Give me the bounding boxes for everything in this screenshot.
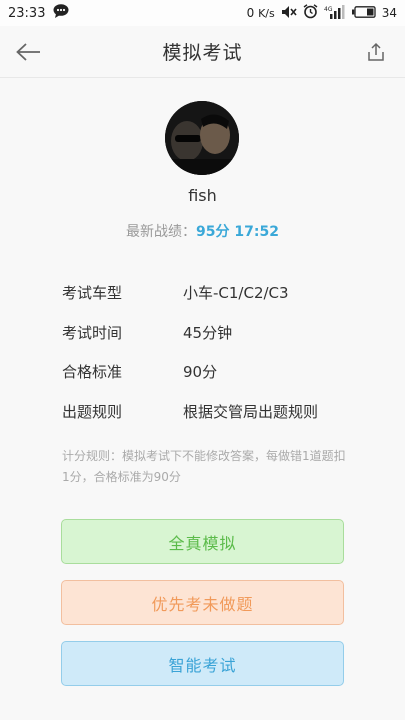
arrow-left-icon [16,43,40,61]
info-row-vehicle: 考试车型 小车-C1/C2/C3 [62,282,362,322]
avatar[interactable] [165,101,239,175]
info-label: 出题规则 [62,402,123,421]
net-speed-unit: K/s [258,7,275,20]
username: fish [188,186,217,205]
status-bar: 23:33 0 K/s 4G 34 [0,0,405,26]
app-bar: 模拟考试 [0,26,405,78]
chat-bubble-icon [53,4,69,22]
share-button[interactable] [365,40,387,64]
share-icon [368,42,384,61]
alarm-icon [303,4,318,22]
status-right: 0 K/s 4G 34 [247,4,397,22]
info-value: 小车-C1/C2/C3 [183,284,289,302]
smart-exam-button[interactable]: 智能考试 [61,641,344,686]
avatar-photo [165,101,239,175]
full-simulation-button[interactable]: 全真模拟 [61,519,344,564]
page-title: 模拟考试 [162,42,243,64]
battery-icon [351,5,376,21]
net-speed-value: 0 [246,6,255,20]
info-label: 考试时间 [62,323,123,342]
latest-score-value[interactable]: 95分 17:52 [196,224,279,240]
status-time: 23:33 [8,5,46,21]
svg-text:4G: 4G [324,6,333,13]
info-row-pass-standard: 合格标准 90分 [62,361,362,401]
scoring-rule-note: 计分规则：模拟考试下不能修改答案，每做错1道题扣1分，合格标准为90分 [62,449,346,484]
info-label: 合格标准 [62,363,123,381]
info-label: 考试车型 [62,284,123,302]
status-left: 23:33 [8,4,69,22]
priority-undone-button[interactable]: 优先考未做题 [61,580,344,625]
back-button[interactable] [14,39,42,65]
latest-score-label: 最新战绩： [126,224,197,240]
info-row-duration: 考试时间 45分钟 [62,322,362,362]
info-value: 根据交管局出题规则 [183,402,319,421]
info-value: 90分 [183,363,218,381]
signal-icon: 4G [324,4,346,22]
info-row-rules: 出题规则 根据交管局出题规则 [62,401,362,441]
latest-score-line[interactable]: 最新战绩：95分 17:52 [0,221,405,241]
mute-icon [281,5,297,22]
info-value: 45分钟 [183,323,233,342]
net-speed: 0 K/s [247,6,275,20]
battery-level: 34 [381,6,397,20]
exam-info-table: 考试车型 小车-C1/C2/C3 考试时间 45分钟 合格标准 90分 出题规则… [62,282,362,440]
